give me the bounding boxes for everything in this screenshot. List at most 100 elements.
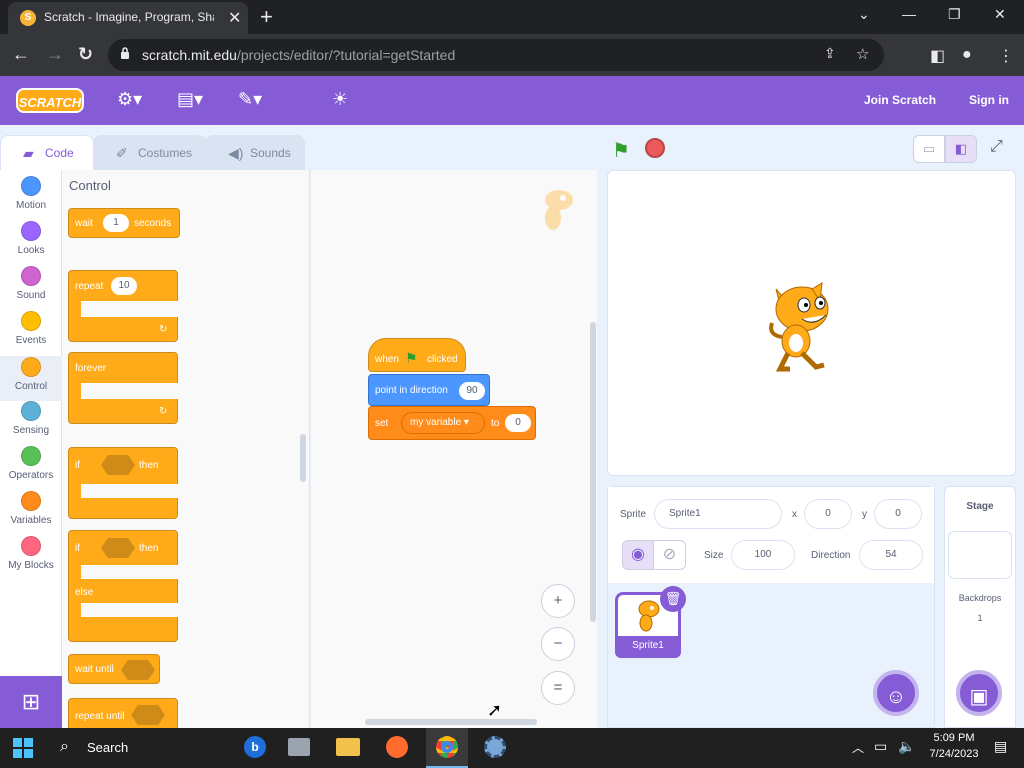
category-dot-icon <box>21 491 41 511</box>
add-extension-button[interactable]: ⊞ <box>0 676 62 728</box>
if-then-block[interactable]: if then <box>68 447 178 519</box>
tutorials-bulb-icon[interactable]: ☀ <box>332 89 348 110</box>
loop-arrow-icon: ↻ <box>159 406 168 417</box>
minimize-button[interactable]: — <box>902 6 916 22</box>
large-stage-button[interactable]: ◧ <box>945 135 977 163</box>
clock-time[interactable]: 5:09 PM <box>930 732 978 744</box>
network-icon[interactable]: ▭ <box>874 738 887 755</box>
point-in-direction-block[interactable]: point in direction 90 <box>368 374 490 406</box>
edit-menu-icon[interactable]: ✎▾ <box>238 89 262 110</box>
hide-sprite-button[interactable]: ⊘ <box>653 540 686 570</box>
y-field[interactable]: 0 <box>874 499 922 529</box>
scratch-logo[interactable]: SCRATCH <box>16 88 84 113</box>
zoom-reset-button[interactable]: = <box>541 671 575 705</box>
small-stage-button[interactable]: ▭ <box>913 135 945 163</box>
new-tab-button[interactable]: + <box>260 4 273 30</box>
size-field[interactable]: 100 <box>731 540 795 570</box>
fullscreen-icon[interactable]: ⤢ <box>990 138 1003 156</box>
bookmark-star-icon[interactable]: ☆ <box>856 45 869 63</box>
repeat-input[interactable]: 10 <box>111 277 137 295</box>
category-operators[interactable]: Operators <box>0 446 62 491</box>
category-control[interactable]: Control <box>0 356 62 401</box>
category-my-blocks[interactable]: My Blocks <box>0 536 62 581</box>
settings-gear-icon[interactable]: ⚙▾ <box>117 89 142 110</box>
wait-input[interactable]: 1 <box>103 214 129 232</box>
tab-costumes[interactable]: ✐ Costumes <box>93 135 207 170</box>
wait-seconds-block[interactable]: wait 1 seconds <box>68 208 180 238</box>
show-sprite-button[interactable]: ◉ <box>622 540 654 570</box>
menu-kebab-icon[interactable]: ⋮ <box>998 46 1014 66</box>
address-bar[interactable]: scratch.mit.edu/projects/editor/?tutoria… <box>108 39 884 71</box>
category-variables[interactable]: Variables <box>0 491 62 536</box>
side-panel-icon[interactable]: ◧ <box>930 46 945 66</box>
delete-sprite-button[interactable]: 🗑 <box>660 586 686 612</box>
sprite-thumbnail-cat-icon <box>638 600 660 632</box>
share-icon[interactable]: ⇪ <box>824 45 836 62</box>
condition-slot[interactable] <box>131 705 165 725</box>
repeat-block[interactable]: repeat 10 ↻ <box>68 270 178 342</box>
file-explorer-icon[interactable] <box>336 738 360 756</box>
add-backdrop-button[interactable]: ▣ <box>956 670 1002 716</box>
stage-thumbnail[interactable] <box>948 531 1012 579</box>
stop-button[interactable] <box>645 138 665 158</box>
direction-field[interactable]: 54 <box>859 540 923 570</box>
x-field[interactable]: 0 <box>804 499 852 529</box>
notifications-icon[interactable]: ▤ <box>994 738 1007 755</box>
condition-slot[interactable] <box>121 660 155 680</box>
category-sound[interactable]: Sound <box>0 266 62 311</box>
wait-until-block[interactable]: wait until <box>68 654 160 684</box>
set-variable-block[interactable]: set my variable ▾ to 0 <box>368 406 536 440</box>
close-tab-icon[interactable]: ✕ <box>228 8 241 28</box>
volume-icon[interactable]: 🔈 <box>898 738 915 755</box>
stage-canvas[interactable] <box>607 170 1016 476</box>
if-then-else-block[interactable]: if then else <box>68 530 178 642</box>
tab-code[interactable]: ▰ Code <box>0 135 94 170</box>
sprite-label: Sprite <box>620 509 647 520</box>
add-sprite-button[interactable]: ☺ <box>873 670 919 716</box>
script-vertical-scrollbar[interactable] <box>590 322 596 622</box>
category-motion[interactable]: Motion <box>0 176 62 221</box>
taskbar-search[interactable]: Search <box>87 740 128 755</box>
bing-icon[interactable]: b <box>244 736 266 758</box>
code-icon: ▰ <box>23 145 34 161</box>
chevron-up-icon[interactable]: ︿ <box>852 739 864 756</box>
profile-icon[interactable]: ● <box>962 46 972 64</box>
backdrops-label: Backdrops <box>958 593 1002 603</box>
zoom-out-button[interactable]: − <box>541 627 575 661</box>
script-horizontal-scrollbar[interactable] <box>365 719 537 725</box>
palette-scrollbar[interactable] <box>300 434 306 482</box>
reload-icon[interactable]: ↻ <box>78 44 93 65</box>
green-flag-button[interactable]: ⚑ <box>612 138 630 163</box>
category-sensing[interactable]: Sensing <box>0 401 62 446</box>
task-view-icon[interactable] <box>288 738 310 756</box>
back-icon[interactable]: ← <box>12 44 30 65</box>
file-menu-icon[interactable]: ▤▾ <box>177 89 203 110</box>
condition-slot[interactable] <box>101 455 135 475</box>
variable-dropdown[interactable]: my variable ▾ <box>401 412 485 434</box>
close-window-button[interactable]: ✕ <box>994 6 1006 23</box>
forward-icon[interactable]: → <box>46 44 64 65</box>
firefox-icon[interactable] <box>386 736 408 758</box>
settings-app-icon[interactable] <box>484 736 506 758</box>
sign-in-link[interactable]: Sign in <box>969 93 1009 107</box>
chrome-task-button[interactable] <box>426 728 468 768</box>
browser-tab[interactable]: S Scratch - Imagine, Program, Shar ✕ <box>8 2 248 34</box>
forever-block[interactable]: forever ↻ <box>68 352 178 424</box>
scratch-cat-sprite[interactable] <box>766 279 842 375</box>
zoom-in-button[interactable]: + <box>541 584 575 618</box>
maximize-button[interactable]: ❐ <box>948 6 961 23</box>
clock-date[interactable]: 7/24/2023 <box>924 748 984 760</box>
when-flag-clicked-block[interactable]: when ⚑ clicked <box>368 338 466 372</box>
condition-slot[interactable] <box>101 538 135 558</box>
join-scratch-link[interactable]: Join Scratch <box>864 93 936 107</box>
category-events[interactable]: Events <box>0 311 62 356</box>
windows-start-icon[interactable] <box>13 738 33 758</box>
set-value-input[interactable]: 0 <box>505 414 531 432</box>
script-area[interactable]: when ⚑ clicked point in direction 90 set… <box>311 170 597 728</box>
tab-search-icon[interactable]: ⌄ <box>858 6 870 23</box>
category-looks[interactable]: Looks <box>0 221 62 266</box>
sprite-name-field[interactable]: Sprite1 <box>654 499 782 529</box>
tab-sounds[interactable]: ◀) Sounds <box>205 135 305 170</box>
repeat-until-block[interactable]: repeat until <box>68 698 178 728</box>
direction-input[interactable]: 90 <box>459 382 485 400</box>
